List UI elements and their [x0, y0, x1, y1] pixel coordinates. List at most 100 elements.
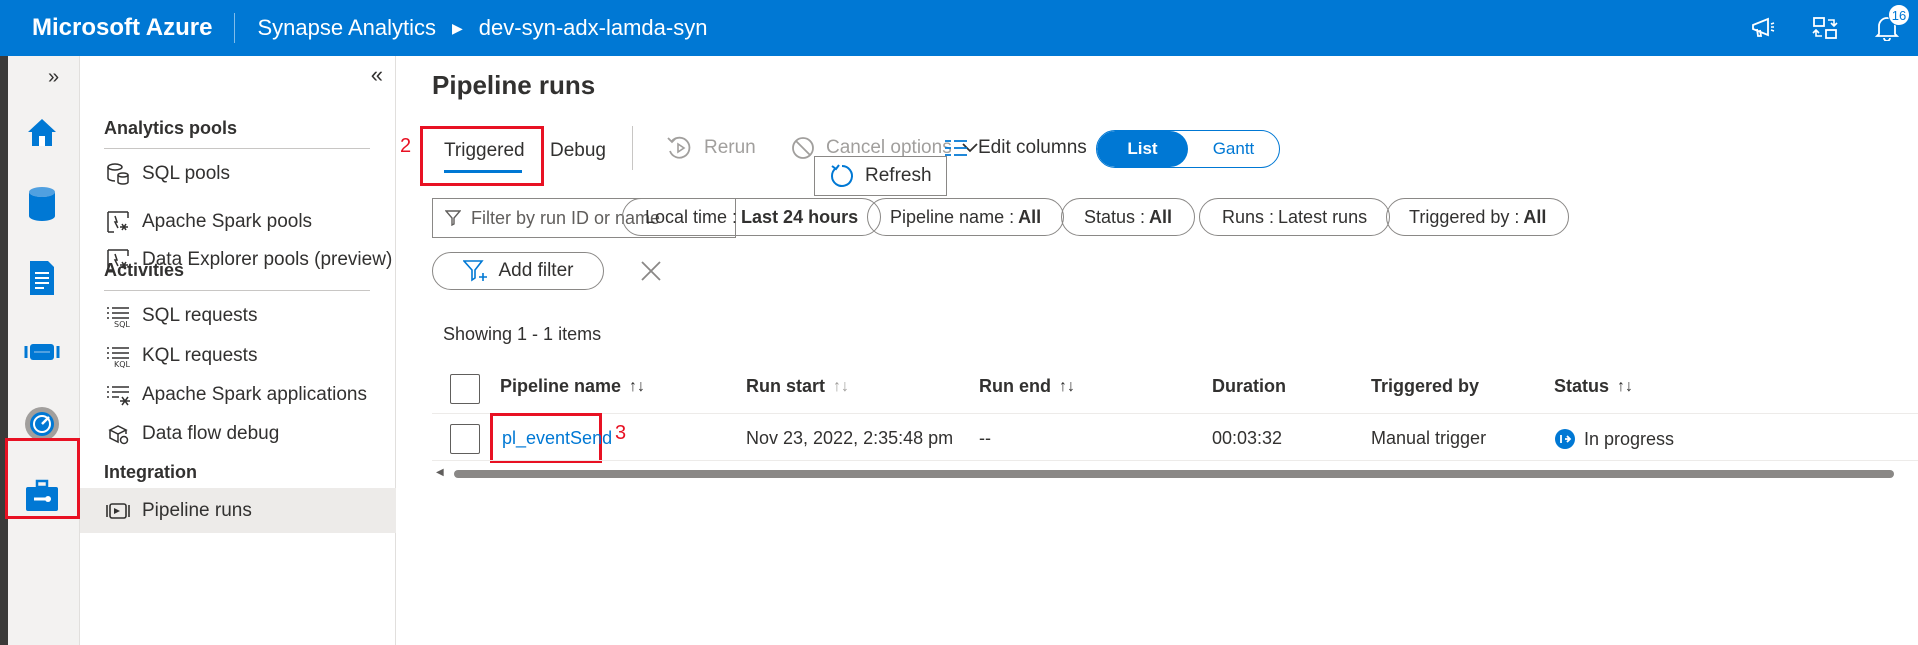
filter-label: Local time :: [645, 206, 738, 227]
nav-item-sql-pools[interactable]: SQL pools: [104, 154, 396, 194]
sql-requests-icon: SQL: [104, 304, 132, 328]
filter-value: All: [1149, 206, 1173, 227]
view-list-option[interactable]: List: [1097, 131, 1188, 167]
page-title: Pipeline runs: [432, 70, 596, 100]
tab-debug[interactable]: Debug: [550, 140, 606, 162]
column-header-status[interactable]: Status ↑↓: [1554, 376, 1633, 397]
section-divider: [104, 148, 370, 149]
column-label: Status: [1554, 376, 1610, 396]
svg-text:KQL: KQL: [114, 360, 131, 368]
directory-switch-icon[interactable]: [1794, 0, 1856, 56]
sql-pools-icon: [104, 162, 132, 186]
header-divider: [432, 413, 1918, 414]
toolbar-divider: [632, 126, 633, 170]
nav-item-sql-requests[interactable]: SQL SQL requests: [104, 296, 396, 336]
filter-label: Runs :: [1222, 206, 1275, 227]
expand-rail-icon[interactable]: »: [48, 66, 59, 89]
add-filter-button[interactable]: Add filter: [432, 252, 604, 290]
svg-text:SQL: SQL: [114, 320, 130, 328]
data-flow-debug-icon: [104, 422, 132, 446]
edit-columns-label: Edit columns: [978, 137, 1087, 158]
nav-item-label: Apache Spark pools: [142, 211, 313, 232]
status-cell: In progress: [1554, 428, 1674, 450]
nav-item-apache-spark-applications[interactable]: Apache Spark applications: [104, 375, 396, 415]
nav-item-label: Data flow debug: [142, 423, 280, 444]
column-header-pipeline-name[interactable]: Pipeline name ↑↓: [500, 376, 645, 397]
row-checkbox[interactable]: [450, 424, 480, 454]
column-label: Triggered by: [1371, 376, 1480, 396]
collapse-pane-icon[interactable]: «: [371, 62, 383, 88]
rerun-label: Rerun: [704, 137, 756, 158]
annotation-3: 3: [615, 422, 627, 444]
filter-triggered-by[interactable]: Triggered by : All: [1386, 198, 1570, 236]
tab-triggered[interactable]: Triggered: [444, 140, 525, 162]
spark-pools-icon: [104, 210, 132, 234]
breadcrumb-separator-icon: ▶: [452, 19, 463, 36]
nav-item-kql-requests[interactable]: KQL KQL requests: [104, 336, 396, 376]
develop-icon[interactable]: [22, 258, 62, 298]
sort-icon[interactable]: ↑↓: [629, 378, 645, 396]
sort-icon[interactable]: ↑↓: [1059, 378, 1075, 396]
section-divider: [104, 290, 370, 291]
select-all-checkbox[interactable]: [450, 374, 480, 404]
refresh-button[interactable]: Refresh: [814, 156, 947, 196]
kql-requests-icon: KQL: [104, 344, 132, 368]
run-end-cell: --: [979, 428, 991, 448]
filter-pipeline-name[interactable]: Pipeline name : All: [867, 198, 1065, 236]
filter-label: Status :: [1084, 206, 1146, 227]
column-header-duration[interactable]: Duration: [1212, 376, 1286, 397]
breadcrumb-workspace[interactable]: dev-syn-adx-lamda-syn: [479, 15, 708, 41]
brand-name[interactable]: Microsoft Azure: [0, 13, 236, 43]
scroll-left-icon[interactable]: ◀: [436, 467, 444, 478]
column-label: Run start: [746, 376, 826, 396]
duration-cell: 00:03:32: [1212, 428, 1283, 448]
column-label: Pipeline name: [500, 376, 622, 396]
home-icon[interactable]: [22, 112, 62, 152]
left-rail: » 1: [0, 56, 101, 645]
breadcrumb-service[interactable]: Synapse Analytics: [257, 15, 436, 41]
nav-item-label: Pipeline runs: [142, 499, 252, 521]
rerun-icon: [666, 135, 694, 161]
results-count: Showing 1 - 1 items: [443, 324, 602, 344]
nav-item-label: SQL requests: [142, 305, 258, 326]
horizontal-scrollbar[interactable]: ◀: [432, 466, 1918, 480]
column-header-run-end[interactable]: Run end ↑↓: [979, 376, 1075, 397]
sort-icon[interactable]: ↑↓: [833, 378, 849, 396]
pipeline-name-link[interactable]: pl_eventSend: [502, 428, 612, 449]
scrollbar-thumb[interactable]: [454, 470, 1894, 478]
filter-funnel-icon: [445, 210, 461, 226]
view-gantt-option[interactable]: Gantt: [1188, 131, 1279, 167]
column-label: Run end: [979, 376, 1051, 396]
nav-item-label: SQL pools: [142, 163, 231, 184]
annotation-2: 2: [400, 135, 412, 157]
run-start-cell: Nov 23, 2022, 2:35:48 pm: [746, 428, 954, 448]
integrate-icon[interactable]: [22, 332, 62, 372]
clear-filters-icon[interactable]: [636, 256, 666, 286]
nav-item-label: KQL requests: [142, 345, 258, 366]
notifications-bell-icon[interactable]: 16: [1856, 0, 1918, 56]
row-divider: [432, 460, 1918, 461]
nav-item-pipeline-runs[interactable]: Pipeline runs: [80, 488, 396, 533]
pipeline-runs-icon: [104, 500, 132, 522]
nav-item-label: Apache Spark applications: [142, 384, 367, 405]
rerun-button[interactable]: Rerun: [666, 124, 756, 172]
nav-item-apache-spark-pools[interactable]: Apache Spark pools: [104, 202, 396, 242]
filter-local-time[interactable]: Local time : Last 24 hours: [622, 198, 882, 236]
edit-columns-button[interactable]: Edit columns: [944, 124, 1087, 172]
column-header-run-start[interactable]: Run start ↑↓: [746, 376, 849, 397]
filter-runs[interactable]: Runs : Latest runs: [1199, 198, 1391, 236]
feedback-icon[interactable]: [1732, 0, 1794, 56]
in-progress-icon: [1554, 428, 1576, 450]
refresh-icon: [829, 163, 855, 189]
sort-icon[interactable]: ↑↓: [1617, 378, 1633, 396]
nav-item-data-flow-debug[interactable]: Data flow debug: [104, 414, 396, 454]
add-filter-icon: [462, 259, 489, 283]
column-header-triggered-by[interactable]: Triggered by: [1371, 376, 1479, 397]
data-icon[interactable]: [22, 184, 62, 224]
spark-applications-icon: [104, 383, 132, 407]
filter-label: Pipeline name :: [890, 206, 1015, 227]
section-title-analytics-pools: Analytics pools: [104, 118, 238, 138]
filter-value: Latest runs: [1278, 206, 1368, 227]
filter-status[interactable]: Status : All: [1061, 198, 1196, 236]
main-content: Pipeline runs 2 Triggered Debug Rerun Ca…: [396, 56, 1918, 645]
